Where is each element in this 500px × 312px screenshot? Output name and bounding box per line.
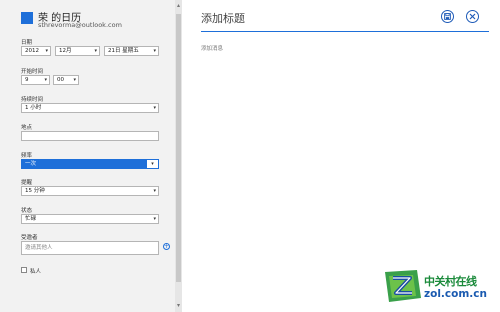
watermark-url: zol.com.cn bbox=[424, 288, 487, 300]
reminder-value: 15 分钟 bbox=[25, 188, 45, 194]
title-underline bbox=[201, 31, 489, 32]
repeat-value: 一次 bbox=[25, 161, 37, 167]
chevron-down-icon: ▾ bbox=[153, 216, 156, 222]
duration-value: 1 小时 bbox=[25, 105, 42, 111]
date-label: 日期 bbox=[21, 40, 33, 46]
date-year-value: 2012 bbox=[25, 48, 39, 54]
calendar-email: sthrevorma@outlook.com bbox=[38, 21, 122, 29]
location-input[interactable] bbox=[21, 131, 159, 141]
event-details-panel: 荣 的日历 sthrevorma@outlook.com 日期 2012 ▾ 1… bbox=[0, 0, 175, 312]
date-month-value: 12月 bbox=[59, 48, 72, 54]
start-hour-value: 9 bbox=[25, 77, 29, 83]
left-panel-scrollbar[interactable]: ▴ ▾ bbox=[175, 0, 182, 312]
reminder-select[interactable]: 15 分钟 ▾ bbox=[21, 186, 159, 196]
chevron-down-icon: ▾ bbox=[153, 105, 156, 111]
attendees-placeholder: 邀请其他人 bbox=[25, 245, 53, 251]
repeat-select[interactable]: 一次 ▾ bbox=[21, 159, 159, 169]
zol-logo-icon bbox=[385, 270, 421, 302]
close-icon bbox=[469, 13, 476, 20]
watermark-chinese: 中关村在线 bbox=[424, 275, 477, 288]
attendees-label: 受邀者 bbox=[21, 235, 38, 241]
event-content-panel: 添加标题 添加消息 bbox=[182, 0, 500, 312]
status-select[interactable]: 忙碌 ▾ bbox=[21, 214, 159, 224]
add-attendee-button[interactable]: + bbox=[163, 243, 170, 250]
reminder-label: 提醒 bbox=[21, 180, 33, 186]
start-hour-select[interactable]: 9 ▾ bbox=[21, 75, 50, 85]
date-month-select[interactable]: 12月 ▾ bbox=[55, 46, 100, 56]
date-year-select[interactable]: 2012 ▾ bbox=[21, 46, 51, 56]
chevron-down-icon: ▾ bbox=[147, 160, 158, 168]
event-message-input[interactable]: 添加消息 bbox=[201, 44, 223, 52]
date-day-select[interactable]: 21日 星期五 ▾ bbox=[104, 46, 159, 56]
start-time-label: 开始时间 bbox=[21, 69, 44, 75]
chevron-down-icon: ▾ bbox=[73, 77, 76, 83]
attendees-input[interactable]: 邀请其他人 bbox=[21, 241, 159, 255]
status-value: 忙碌 bbox=[25, 216, 37, 222]
repeat-label: 频率 bbox=[21, 153, 33, 159]
private-label: 私人 bbox=[30, 269, 42, 275]
chevron-down-icon: ▾ bbox=[94, 48, 97, 54]
scroll-up-arrow-icon[interactable]: ▴ bbox=[175, 2, 182, 10]
start-minute-value: 00 bbox=[57, 77, 64, 83]
start-minute-select[interactable]: 00 ▾ bbox=[53, 75, 79, 85]
private-checkbox[interactable] bbox=[21, 267, 27, 273]
chevron-down-icon: ▾ bbox=[44, 77, 47, 83]
duration-select[interactable]: 1 小时 ▾ bbox=[21, 103, 159, 113]
scroll-thumb[interactable] bbox=[176, 14, 181, 282]
duration-label: 持续时间 bbox=[21, 97, 44, 103]
date-day-value: 21日 星期五 bbox=[108, 48, 139, 54]
scroll-down-arrow-icon[interactable]: ▾ bbox=[175, 302, 182, 310]
status-label: 状态 bbox=[21, 208, 33, 214]
save-icon bbox=[444, 13, 451, 20]
event-title-input[interactable]: 添加标题 bbox=[201, 10, 245, 26]
chevron-down-icon: ▾ bbox=[45, 48, 48, 54]
location-label: 地点 bbox=[21, 125, 33, 131]
calendar-color-swatch bbox=[21, 12, 33, 24]
cancel-button[interactable] bbox=[466, 10, 479, 23]
chevron-down-icon: ▾ bbox=[153, 188, 156, 194]
save-button[interactable] bbox=[441, 10, 454, 23]
chevron-down-icon: ▾ bbox=[153, 48, 156, 54]
